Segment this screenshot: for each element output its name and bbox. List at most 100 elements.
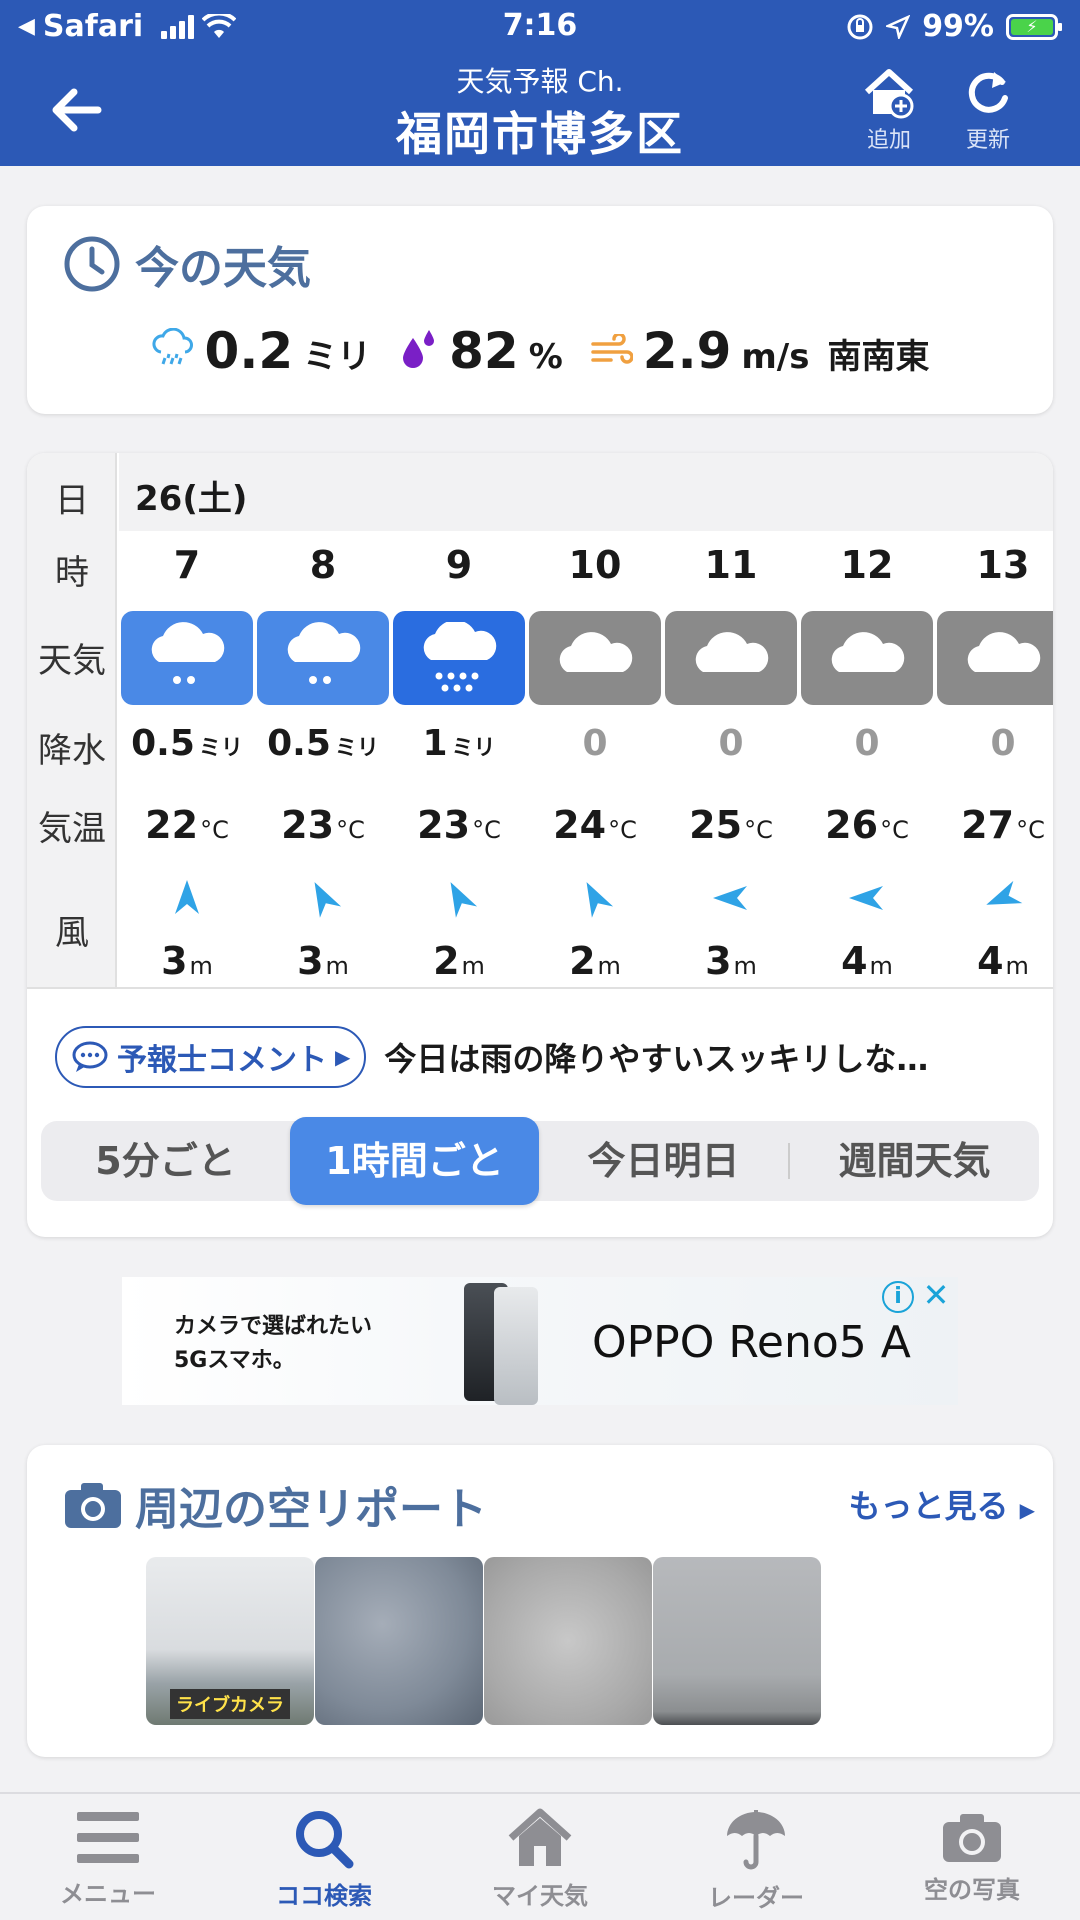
forecast-wind: 3m: [119, 939, 255, 983]
current-wind-value: 2.9: [642, 322, 732, 380]
nav-menu-label: メニュー: [60, 1880, 156, 1908]
forecaster-comment-button[interactable]: 予報士コメント ▶: [55, 1026, 367, 1088]
home-add-icon: [864, 69, 914, 119]
current-precip-value: 0.2: [204, 322, 294, 380]
current-wind-unit: m/s: [741, 337, 810, 377]
nav-radar[interactable]: レーダー: [666, 1808, 846, 1913]
forecast-wind-unit: m: [189, 952, 213, 980]
tab-today-tomorrow[interactable]: 今日明日: [539, 1121, 788, 1201]
nav-my-weather[interactable]: マイ天気: [450, 1808, 630, 1911]
label-weather: 天気: [38, 641, 106, 681]
forecast-hour: 9: [445, 543, 473, 587]
camera-icon: [65, 1483, 121, 1528]
current-weather-heading: 今の天気: [63, 232, 311, 296]
forecast-hour-column: 7 0.5 ミリ 22°C 3m: [119, 531, 255, 987]
current-precip-unit: ミリ: [303, 337, 372, 377]
nav-search[interactable]: ココ検索: [234, 1808, 414, 1911]
forecast-temp-value: 25: [689, 803, 743, 847]
live-camera-badge: ライブカメラ: [170, 1689, 290, 1719]
forecast-temp-value: 24: [553, 803, 607, 847]
nav-sky-photos-label: 空の写真: [924, 1876, 1020, 1904]
forecast-precip: 0: [527, 723, 663, 764]
umbrella-icon: [727, 1810, 785, 1870]
forecast-row-labels: 日 時 天気 降水 気温 風: [27, 453, 117, 987]
forecast-wind-unit: m: [461, 952, 485, 980]
forecaster-comment-text[interactable]: 今日は雨の降りやすいスッキリしな…: [384, 1034, 928, 1080]
orientation-lock-icon: [847, 14, 873, 39]
forecaster-comment-row: 予報士コメント ▶ 今日は雨の降りやすいスッキリしな…: [55, 1025, 1033, 1089]
chevron-right-icon: ▶: [1019, 1498, 1035, 1522]
sky-photo-thumb[interactable]: [484, 1557, 652, 1725]
nav-sky-photos[interactable]: 空の写真: [882, 1808, 1062, 1905]
tab-weekly[interactable]: 週間天気: [790, 1121, 1039, 1201]
nav-my-weather-label: マイ天気: [492, 1882, 588, 1910]
sky-report-title: 周辺の空リポート: [135, 1484, 487, 1535]
cloudy-icon: [801, 611, 933, 705]
wind-direction-arrow-icon: [935, 875, 1053, 921]
wind-direction-arrow-icon: [391, 875, 527, 921]
forecast-temp: 23°C: [391, 803, 527, 847]
forecast-day-row: 26(土): [119, 453, 1053, 531]
forecast-divider: [27, 987, 1053, 989]
forecast-interval-tabs: 5分ごと 1時間ごと 今日明日 週間天気: [41, 1117, 1039, 1205]
forecast-precip-unit: ミリ: [334, 736, 379, 761]
ad-copy-line2: 5Gスマホ。: [174, 1348, 295, 1373]
nav-radar-label: レーダー: [708, 1884, 804, 1912]
ad-info-icon[interactable]: i: [882, 1281, 914, 1313]
forecast-temp: 22°C: [119, 803, 255, 847]
label-precip: 降水: [38, 731, 106, 771]
current-wind-direction: 南南東: [827, 337, 930, 377]
forecast-temp-value: 22: [145, 803, 199, 847]
forecast-hour-column: 13 0 27°C 4m: [935, 531, 1053, 987]
tab-5min[interactable]: 5分ごと: [41, 1121, 290, 1201]
sky-photo-thumb[interactable]: [653, 1557, 821, 1725]
wind-direction-arrow-icon: [663, 875, 799, 921]
sky-report-heading: 周辺の空リポート: [63, 1473, 487, 1537]
forecast-hour: 8: [309, 543, 337, 587]
forecast-precip: 0.5 ミリ: [255, 723, 391, 764]
wind-icon: [591, 334, 633, 364]
nav-menu[interactable]: メニュー: [18, 1808, 198, 1909]
forecast-precip: 0.5 ミリ: [119, 723, 255, 764]
light-rain-icon: [257, 611, 389, 705]
forecast-wind-unit: m: [325, 952, 349, 980]
forecast-precip-value: 0: [990, 723, 1016, 764]
forecast-temp: 25°C: [663, 803, 799, 847]
current-humidity-value: 82: [449, 322, 519, 380]
cloudy-icon: [665, 611, 797, 705]
hourly-forecast-card: 日 時 天気 降水 気温 風 26(土) 7 0.5 ミリ 22°C 3m 8 0.5 ミリ 2…: [27, 453, 1053, 1237]
forecast-temp-value: 26: [825, 803, 879, 847]
tab-hourly[interactable]: 1時間ごと: [290, 1117, 539, 1205]
ad-close-icon[interactable]: ✕: [920, 1279, 952, 1311]
forecast-precip: 1 ミリ: [391, 723, 527, 764]
add-label: 追加: [866, 128, 911, 153]
forecast-precip-value: 0.5: [267, 723, 331, 764]
forecast-temp-unit: °C: [608, 816, 637, 844]
forecast-wind-unit: m: [733, 952, 757, 980]
location-icon: [886, 14, 911, 39]
forecast-wind: 4m: [799, 939, 935, 983]
refresh-button[interactable]: 更新: [948, 68, 1028, 154]
current-weather-title: 今の天気: [135, 243, 311, 294]
forecast-wind: 3m: [663, 939, 799, 983]
see-more-link[interactable]: もっと見る ▶: [848, 1481, 1035, 1527]
forecast-hour: 10: [568, 543, 622, 587]
status-right: 99% ⚡: [846, 9, 1062, 44]
forecast-precip: 0: [935, 723, 1053, 764]
label-day: 日: [55, 481, 89, 521]
forecast-wind-value: 2: [433, 939, 460, 983]
light-rain-icon: [121, 611, 253, 705]
ad-banner[interactable]: カメラで選ばれたい 5Gスマホ。 OPPO Reno5 A i ✕: [122, 1277, 958, 1405]
speech-bubble-icon: [72, 1041, 108, 1072]
sky-report-card: 周辺の空リポート もっと見る ▶ ライブカメラ: [27, 1445, 1053, 1757]
forecast-temp: 27°C: [935, 803, 1053, 847]
ad-brand: OPPO Reno5 A: [592, 1317, 911, 1368]
sky-photo-thumb[interactable]: [315, 1557, 483, 1725]
forecast-wind: 4m: [935, 939, 1053, 983]
sky-photo-thumb[interactable]: ライブカメラ: [146, 1557, 314, 1725]
add-location-button[interactable]: 追加: [849, 68, 929, 154]
forecast-wind-value: 4: [977, 939, 1004, 983]
forecast-temp-unit: °C: [200, 816, 229, 844]
forecast-wind-unit: m: [1005, 952, 1029, 980]
humidity-drops-icon: [403, 330, 435, 368]
